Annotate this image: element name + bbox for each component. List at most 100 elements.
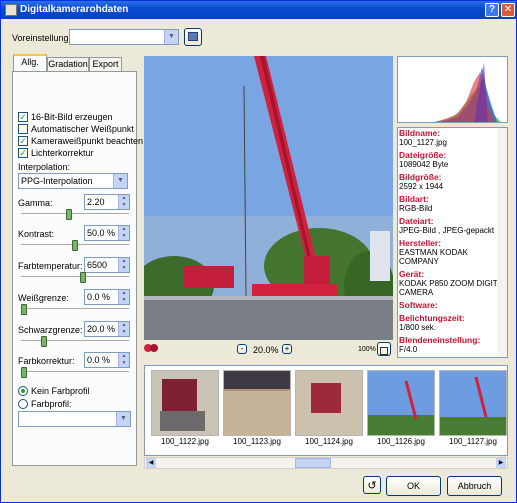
- gamma-label: Gamma:: [18, 198, 53, 208]
- color-temp-label: Farbtemperatur:: [18, 261, 83, 271]
- thumbnail-scrollbar[interactable]: ◀ ▶: [144, 457, 508, 469]
- info-key: Bildart:: [399, 194, 429, 204]
- thumbnail-caption: 100_1124.jpg: [305, 437, 353, 446]
- white-limit-value: 0.0 %: [87, 292, 111, 302]
- gamma-value: 2.20: [87, 197, 105, 207]
- interpolation-value: PPG-Interpolation: [21, 176, 93, 186]
- info-value: KODAK P850 ZOOM DIGITAL CAMERA: [399, 279, 507, 297]
- contrast-stepper[interactable]: 50.0 % ▲ ▼: [84, 225, 130, 241]
- no-profile-radio[interactable]: [18, 386, 28, 396]
- camera-wb-checkbox[interactable]: ✓: [18, 136, 28, 146]
- info-value: 1089042 Byte: [399, 160, 449, 169]
- color-picker-icon[interactable]: [144, 344, 158, 354]
- spin-icon[interactable]: ▲ ▼: [118, 290, 129, 304]
- bit16-checkbox[interactable]: ✓: [18, 112, 28, 122]
- profile-radio[interactable]: [18, 399, 28, 409]
- chevron-right-icon[interactable]: ▶: [496, 458, 506, 468]
- app-icon: [5, 4, 17, 16]
- info-value: 2592 x 1944: [399, 182, 444, 191]
- white-limit-label: Weißgrenze:: [18, 293, 69, 303]
- bit16-label: 16-Bit-Bild erzeugen: [31, 112, 113, 122]
- interpolation-label: Interpolation:: [18, 162, 71, 172]
- thumbnail[interactable]: [295, 370, 363, 436]
- thumbnail-caption: 100_1126.jpg: [377, 437, 425, 446]
- contrast-label: Kontrast:: [18, 229, 55, 239]
- gamma-slider[interactable]: [65, 209, 72, 220]
- info-key: Dateigröße:: [399, 150, 447, 160]
- thumbnail[interactable]: [439, 370, 507, 436]
- thumbnail[interactable]: [223, 370, 291, 436]
- color-corr-label: Farbkorrektur:: [18, 356, 75, 366]
- info-value: 100_1127.jpg: [399, 138, 447, 147]
- image-info-panel: Bildname: 100_1127.jpg Dateigröße: 1089042 …: [397, 127, 508, 358]
- chevron-down-icon[interactable]: ▼: [164, 30, 178, 44]
- histogram-graph: [433, 62, 501, 122]
- zoom-out-button[interactable]: -: [237, 344, 247, 354]
- settings-panel: ✓ 16-Bit-Bild erzeugen Automatischer Wei…: [12, 71, 143, 466]
- chevron-down-icon[interactable]: ▼: [113, 174, 127, 188]
- camera-wb-label: Kameraweißpunkt beachten: [31, 136, 144, 146]
- black-limit-value: 20.0 %: [87, 324, 116, 334]
- color-temp-slider[interactable]: [80, 272, 87, 283]
- tab-export[interactable]: Export: [89, 57, 122, 72]
- gamma-track: [21, 213, 129, 215]
- info-key: Blendeneinstellung:: [399, 335, 481, 345]
- fit-icon: [380, 347, 388, 355]
- save-preset-button[interactable]: [184, 28, 202, 46]
- color-corr-stepper[interactable]: 0.0 % ▲ ▼: [84, 352, 130, 368]
- color-corr-track: [21, 371, 129, 373]
- light-corr-label: Lichterkorrektur: [31, 148, 94, 158]
- spin-icon[interactable]: ▲ ▼: [118, 322, 129, 336]
- info-scrollbar[interactable]: [497, 128, 507, 357]
- auto-wb-checkbox[interactable]: [18, 124, 28, 134]
- color-temp-value: 6500: [87, 260, 108, 270]
- cancel-button[interactable]: Abbruch: [447, 476, 502, 496]
- help-button[interactable]: ?: [485, 3, 499, 17]
- spin-icon[interactable]: ▲ ▼: [118, 353, 129, 367]
- black-limit-stepper[interactable]: 20.0 % ▲ ▼: [84, 321, 130, 337]
- spin-icon[interactable]: ▲ ▼: [118, 258, 129, 272]
- dialog-window: Digitalkamerarohdaten ? ✕ Voreinstellung…: [0, 0, 517, 503]
- undo-icon: ↺: [367, 480, 377, 492]
- image-preview[interactable]: [144, 56, 393, 340]
- gamma-stepper[interactable]: 2.20 ▲ ▼: [84, 194, 130, 210]
- info-key: Hersteller:: [399, 238, 442, 248]
- close-button[interactable]: ✕: [501, 3, 515, 17]
- info-key: Software:: [399, 300, 438, 310]
- black-limit-slider[interactable]: [41, 336, 48, 347]
- info-key: Dateiart:: [399, 216, 434, 226]
- thumbnail-strip: 100_1122.jpg 100_1123.jpg 100_1124.jpg 1…: [144, 365, 508, 456]
- reset-button[interactable]: ↺: [363, 476, 381, 494]
- chevron-down-icon[interactable]: ▼: [116, 412, 130, 426]
- spin-icon[interactable]: ▲ ▼: [118, 195, 129, 209]
- thumbnail[interactable]: [151, 370, 219, 436]
- white-limit-track: [21, 308, 129, 310]
- fit-view-button[interactable]: [377, 342, 391, 356]
- info-list: Bildname: 100_1127.jpg Dateigröße: 1089042 …: [398, 128, 507, 354]
- color-corr-slider[interactable]: [21, 367, 27, 378]
- white-limit-stepper[interactable]: 0.0 % ▲ ▼: [84, 289, 130, 305]
- thumbnail[interactable]: [367, 370, 435, 436]
- window-title: Digitalkamerarohdaten: [20, 4, 129, 15]
- black-limit-track: [21, 340, 129, 342]
- preset-dropdown[interactable]: ▼: [69, 29, 179, 45]
- light-corr-checkbox[interactable]: ✓: [18, 148, 28, 158]
- black-limit-label: Schwarzgrenze:: [18, 325, 83, 335]
- title-bar: Digitalkamerarohdaten ? ✕: [1, 1, 516, 19]
- info-value: EASTMAN KODAK COMPANY: [399, 248, 468, 266]
- chevron-left-icon[interactable]: ◀: [146, 458, 156, 468]
- ok-button[interactable]: OK: [386, 476, 441, 496]
- white-limit-slider[interactable]: [21, 304, 27, 315]
- spin-icon[interactable]: ▲ ▼: [118, 226, 129, 240]
- info-key: Gerät:: [399, 269, 425, 279]
- contrast-slider[interactable]: [72, 240, 78, 251]
- preview-photo: [144, 56, 393, 340]
- tab-gradation[interactable]: Gradation: [47, 57, 89, 72]
- contrast-value: 50.0 %: [87, 228, 116, 238]
- zoom-in-button[interactable]: +: [282, 344, 292, 354]
- scroll-thumb[interactable]: [295, 458, 331, 468]
- interpolation-dropdown[interactable]: PPG-Interpolation ▼: [18, 173, 128, 189]
- color-temp-stepper[interactable]: 6500 ▲ ▼: [84, 257, 130, 273]
- thumbnail-caption: 100_1127.jpg: [449, 437, 497, 446]
- profile-dropdown[interactable]: ▼: [18, 411, 131, 427]
